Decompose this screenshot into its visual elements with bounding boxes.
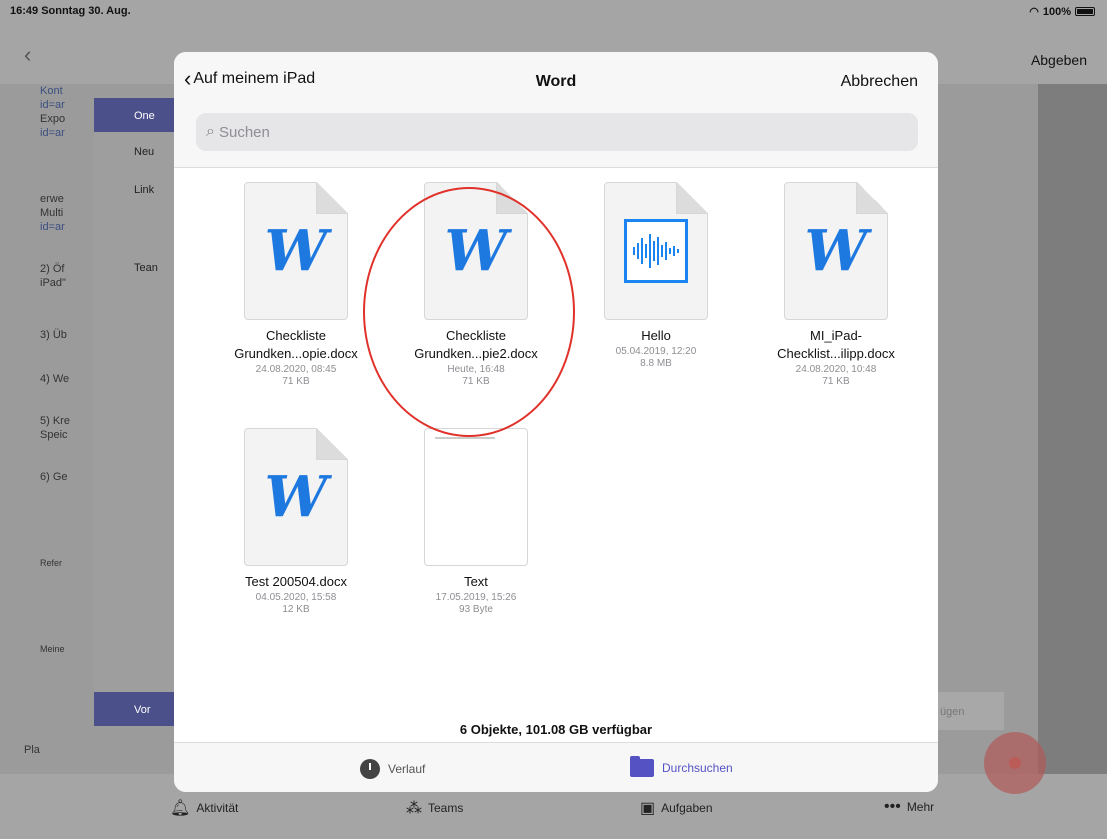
- file-date: 24.08.2020, 10:48: [795, 364, 877, 375]
- background-text: Multi: [40, 207, 64, 219]
- picker-title: Word: [535, 73, 577, 90]
- background-text: 6) Ge: [40, 471, 68, 483]
- search-icon: ⌕: [206, 123, 215, 140]
- search-bar[interactable]: ⌕: [196, 113, 918, 151]
- background-text: Meine: [40, 644, 65, 654]
- file-name: Hello: [641, 328, 671, 343]
- planner-label: Pla: [24, 744, 40, 756]
- file-name: Test 200504.docx: [245, 574, 347, 589]
- background-text: id=ar: [40, 221, 65, 233]
- battery-status: ◠ 100%: [1029, 5, 1095, 18]
- word-icon: W: [244, 428, 348, 566]
- picker-tab-bar: Verlauf Durchsuchen: [174, 742, 938, 792]
- file-item[interactable]: W Test 200504.docx 04.05.2020, 15:58 12 …: [211, 428, 381, 616]
- word-logo: W: [804, 218, 868, 284]
- background-text: Expo: [40, 113, 66, 125]
- assistive-touch-button[interactable]: [984, 732, 1046, 794]
- wifi-icon: ◠: [1029, 6, 1039, 18]
- background-text: Speic: [40, 429, 68, 441]
- file-size: 12 KB: [282, 604, 310, 615]
- clock-icon: [360, 759, 380, 779]
- submit-button[interactable]: Abgeben: [1031, 52, 1087, 68]
- tab-tasks[interactable]: ▣ Aufgaben: [640, 798, 713, 818]
- file-date: 05.04.2019, 12:20: [615, 346, 697, 357]
- word-logo: W: [264, 464, 328, 530]
- audio-icon: [604, 182, 708, 320]
- file-name: Grundken...opie.docx: [234, 346, 358, 361]
- tab-browse[interactable]: Durchsuchen: [630, 756, 733, 777]
- menu-item-onedrive: One: [134, 110, 155, 122]
- file-date: 17.05.2019, 15:26: [435, 592, 517, 603]
- menu-item-teams: Tean: [134, 262, 158, 274]
- background-right-edge: [1038, 84, 1107, 774]
- file-size: 8.8 MB: [640, 358, 672, 369]
- bag-icon: ▣: [640, 800, 656, 817]
- file-name: MI_iPad-: [809, 328, 863, 343]
- tab-recent-label: Verlauf: [388, 762, 426, 776]
- bell-icon: 🔔︎: [170, 800, 191, 817]
- tab-recent[interactable]: Verlauf: [360, 759, 425, 779]
- battery-icon: [1075, 7, 1095, 16]
- tab-teams[interactable]: ⁂ Teams: [406, 798, 463, 818]
- battery-percent: 100%: [1042, 5, 1071, 18]
- background-text: id=ar: [40, 99, 65, 111]
- background-text: 5) Kre: [40, 415, 70, 427]
- word-icon: W: [784, 182, 888, 320]
- background-text: Refer: [40, 558, 63, 568]
- file-date: 24.08.2020, 08:45: [255, 364, 337, 375]
- waveform-icon: [624, 219, 688, 283]
- file-item[interactable]: Hello 05.04.2019, 12:20 8.8 MB: [571, 182, 741, 370]
- text-file-icon: [424, 428, 528, 566]
- picker-header: ‹ Auf meinem iPad Word Abbrechen ⌕: [174, 52, 938, 168]
- back-chevron-icon[interactable]: ‹: [24, 42, 31, 68]
- teams-icon: ⁂: [406, 800, 422, 817]
- tab-more[interactable]: ••• Mehr: [884, 798, 934, 816]
- ellipsis-icon: •••: [884, 798, 901, 815]
- file-item[interactable]: Text 17.05.2019, 15:26 93 Byte: [391, 428, 561, 616]
- cancel-button[interactable]: Abbrechen: [841, 73, 918, 91]
- file-name: Text: [464, 574, 488, 589]
- file-item[interactable]: W Checkliste Grundken...opie.docx 24.08.…: [211, 182, 381, 388]
- status-bar: 16:49 Sonntag 30. Aug. ◠ 100%: [0, 0, 1107, 22]
- tab-activity-label: Aktivität: [196, 801, 239, 815]
- tab-browse-label: Durchsuchen: [662, 761, 733, 775]
- background-left-panel: [0, 84, 78, 732]
- background-side-menu: One Neu Link Tean Vor: [94, 98, 176, 726]
- folder-icon: [630, 756, 654, 777]
- word-icon: W: [244, 182, 348, 320]
- menu-item-bottom: Vor: [134, 704, 151, 716]
- tab-tasks-label: Aufgaben: [661, 801, 713, 815]
- file-size: 71 KB: [282, 376, 310, 387]
- tab-activity[interactable]: 🔔︎ Aktivität: [170, 798, 238, 818]
- search-input[interactable]: [218, 123, 899, 141]
- background-text: 4) We: [40, 373, 70, 385]
- background-text: 3) Üb: [40, 329, 67, 341]
- background-text: Kont: [40, 85, 63, 97]
- file-size: 93 Byte: [459, 604, 493, 615]
- menu-item-link: Link: [134, 184, 155, 196]
- file-date: 04.05.2020, 15:58: [255, 592, 337, 603]
- file-size: 71 KB: [822, 376, 850, 387]
- tab-more-label: Mehr: [906, 800, 935, 814]
- tab-teams-label: Teams: [428, 801, 464, 815]
- background-text: 2) Öf: [40, 263, 65, 275]
- storage-summary: 6 Objekte, 101.08 GB verfügbar: [459, 722, 653, 737]
- background-text: id=ar: [40, 127, 65, 139]
- file-picker-modal: ‹ Auf meinem iPad Word Abbrechen ⌕ W Che…: [174, 52, 938, 792]
- file-name: Checkliste: [266, 328, 326, 343]
- file-name: Checklist...ilipp.docx: [777, 346, 895, 361]
- background-text: erwe: [40, 193, 64, 205]
- file-item[interactable]: W MI_iPad- Checklist...ilipp.docx 24.08.…: [751, 182, 921, 388]
- background-text: iPad": [40, 277, 66, 289]
- word-logo: W: [264, 218, 328, 284]
- status-time: 16:49 Sonntag 30. Aug.: [10, 5, 131, 17]
- highlight-circle-annotation: [363, 187, 575, 437]
- menu-item-new: Neu: [134, 146, 155, 158]
